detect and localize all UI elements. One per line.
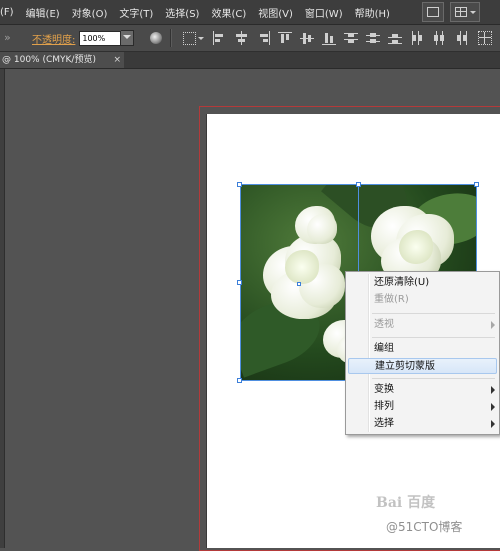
menu-item-perspective[interactable]: 透视 — [348, 317, 497, 333]
menu-item-group[interactable]: 编组 — [348, 341, 497, 357]
menu-item-make-clipping-mask[interactable]: 建立剪切蒙版 — [348, 358, 497, 374]
menu-help[interactable]: 帮助(H) — [355, 5, 396, 20]
distribute-top-icon[interactable] — [344, 31, 359, 45]
51cto-watermark: @51CTO博客 — [386, 520, 463, 534]
menu-object[interactable]: 对象(O) — [72, 5, 114, 20]
center-point — [297, 282, 301, 286]
menu-type[interactable]: 文字(T) — [119, 5, 159, 20]
handle-top-center[interactable] — [356, 182, 361, 187]
menu-item-label: 变换 — [374, 384, 394, 395]
menu-item-label: 重做(R) — [374, 294, 409, 305]
recolor-artwork-icon[interactable] — [150, 32, 163, 44]
menu-item-label: 建立剪切蒙版 — [375, 361, 435, 372]
menu-item-label: 排列 — [374, 401, 394, 412]
distribute-right-icon[interactable] — [454, 31, 469, 45]
align-bottom-icon[interactable] — [322, 31, 337, 45]
distribute-center-vertical-icon[interactable] — [366, 31, 381, 45]
menu-separator — [372, 313, 495, 314]
distribute-center-horizontal-icon[interactable] — [432, 31, 447, 45]
toolbar-separator — [170, 29, 172, 47]
menu-window[interactable]: 窗口(W) — [305, 5, 349, 20]
distribute-bottom-icon[interactable] — [388, 31, 403, 45]
bridge-icon — [427, 7, 439, 17]
menu-view[interactable]: 视图(V) — [258, 5, 299, 20]
menu-item-arrange[interactable]: 排列 — [348, 399, 497, 415]
menu-item-label: 编组 — [374, 343, 394, 354]
menu-file[interactable]: (F) — [0, 7, 20, 18]
menu-item-undo-clear[interactable]: 还原清除(U) — [348, 275, 497, 291]
align-center-horizontal-icon[interactable] — [234, 31, 249, 45]
bridge-button[interactable] — [422, 2, 444, 22]
menu-separator — [372, 378, 495, 379]
document-tab-bar: @ 100% (CMYK/预览) × — [0, 52, 500, 69]
distribute-left-icon[interactable] — [410, 31, 425, 45]
menu-item-select[interactable]: 选择 — [348, 416, 497, 432]
panel-collapse-icon[interactable] — [2, 26, 14, 50]
submenu-arrow-icon — [491, 420, 495, 428]
document-tab-title: @ 100% (CMYK/预览) — [2, 55, 96, 65]
handle-bottom-left[interactable] — [237, 378, 242, 383]
menu-item-redo[interactable]: 重做(R) — [348, 292, 497, 308]
arrange-grid-icon — [454, 7, 467, 17]
close-tab-icon[interactable]: × — [113, 52, 121, 68]
document-tab[interactable]: @ 100% (CMYK/预览) × — [0, 52, 124, 68]
transform-grid-icon[interactable] — [478, 31, 493, 45]
submenu-arrow-icon — [491, 386, 495, 394]
handle-middle-left[interactable] — [237, 280, 242, 285]
menu-item-label: 还原清除(U) — [374, 277, 430, 288]
align-to-selection-icon[interactable] — [183, 31, 205, 45]
baidu-watermark-logo: Bai 百度 — [376, 492, 456, 514]
menu-item-label: 透视 — [374, 319, 394, 330]
align-left-icon[interactable] — [212, 31, 227, 45]
menu-edit[interactable]: 编辑(E) — [26, 5, 66, 20]
menu-item-label: 选择 — [374, 418, 394, 429]
context-menu: 还原清除(U) 重做(R) 透视 编组 建立剪切蒙版 变换 排列 选择 — [345, 271, 500, 435]
align-right-icon[interactable] — [256, 31, 271, 45]
opacity-input[interactable]: 100% — [79, 30, 122, 46]
baidu-watermark-text: Bai 百度 — [376, 495, 436, 511]
menu-effect[interactable]: 效果(C) — [211, 5, 252, 20]
handle-top-left[interactable] — [237, 182, 242, 187]
menu-separator — [372, 337, 495, 338]
menu-bar: (F) 编辑(E) 对象(O) 文字(T) 选择(S) 效果(C) 视图(V) … — [0, 0, 500, 25]
align-top-icon[interactable] — [278, 31, 293, 45]
menu-item-transform[interactable]: 变换 — [348, 382, 497, 398]
handle-top-right[interactable] — [474, 182, 479, 187]
arrange-documents-button[interactable] — [450, 2, 480, 22]
opacity-dropdown[interactable] — [121, 30, 135, 46]
submenu-arrow-icon — [491, 321, 495, 329]
opacity-label[interactable]: 不透明度: — [32, 31, 75, 46]
vertical-ruler — [0, 69, 5, 548]
menu-select[interactable]: 选择(S) — [165, 5, 205, 20]
control-bar: 不透明度: 100% — [0, 25, 500, 52]
submenu-arrow-icon — [491, 403, 495, 411]
align-middle-vertical-icon[interactable] — [300, 31, 315, 45]
